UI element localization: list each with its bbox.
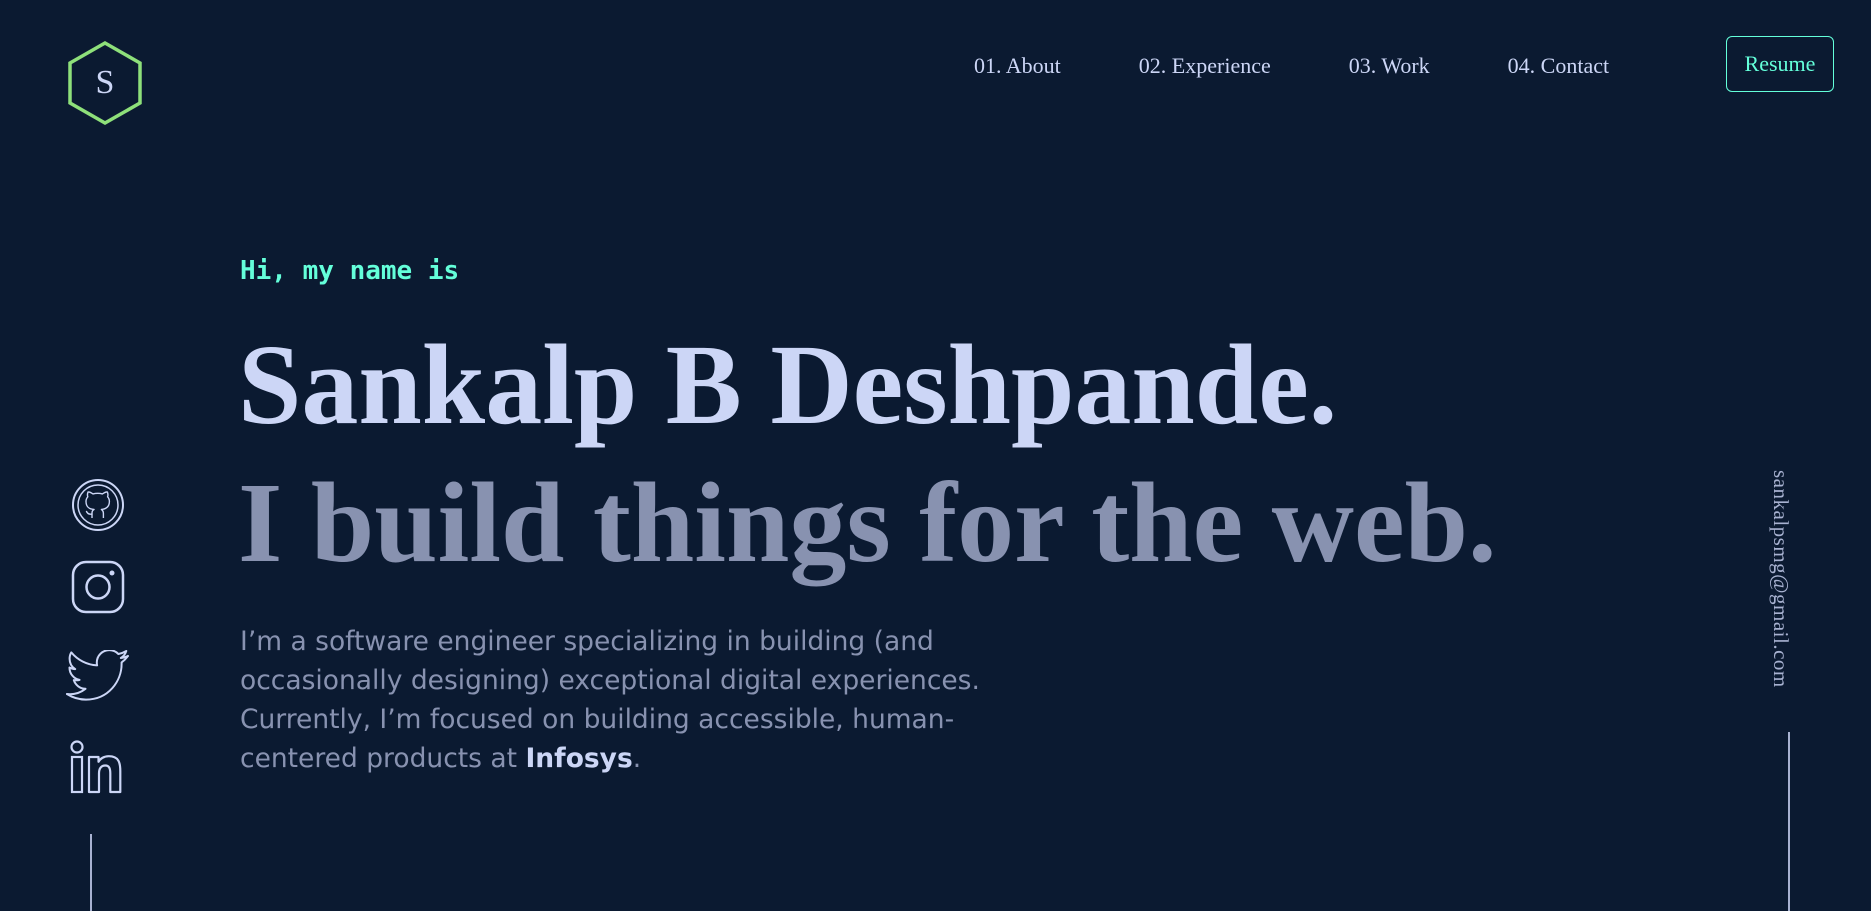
bio-end: .	[632, 743, 642, 774]
main-nav: 01. About 02. Experience 03. Work 04. Co…	[974, 48, 1609, 84]
logo-letter: S	[96, 64, 115, 101]
github-icon	[72, 479, 124, 531]
linkedin-icon	[70, 740, 122, 794]
instagram-icon	[71, 560, 125, 614]
twitter-icon	[66, 650, 129, 701]
nav-item-about[interactable]: 01. About	[974, 53, 1061, 79]
nav-item-work[interactable]: 03. Work	[1349, 53, 1430, 79]
left-vertical-line	[90, 834, 92, 911]
linkedin-link[interactable]	[66, 738, 130, 796]
nav-item-experience[interactable]: 02. Experience	[1139, 53, 1271, 79]
hero-tagline: I build things for the web.	[238, 459, 1497, 586]
email-link[interactable]: sankalpsmg@gmail.com	[1768, 470, 1793, 688]
github-link[interactable]	[66, 476, 130, 534]
instagram-link[interactable]	[66, 558, 130, 616]
resume-button[interactable]: Resume	[1726, 36, 1834, 92]
hero-bio: I’m a software engineer specializing in …	[240, 622, 1000, 778]
right-vertical-line	[1788, 732, 1790, 911]
logo-link[interactable]: S	[66, 40, 144, 126]
hero-greeting: Hi, my name is	[240, 256, 460, 286]
hexagon-logo-icon: S	[68, 40, 142, 126]
nav-item-contact[interactable]: 04. Contact	[1508, 53, 1609, 79]
twitter-link[interactable]	[66, 648, 130, 706]
company-name[interactable]: Infosys	[525, 743, 632, 774]
hero-name: Sankalp B Deshpande.	[238, 321, 1338, 448]
